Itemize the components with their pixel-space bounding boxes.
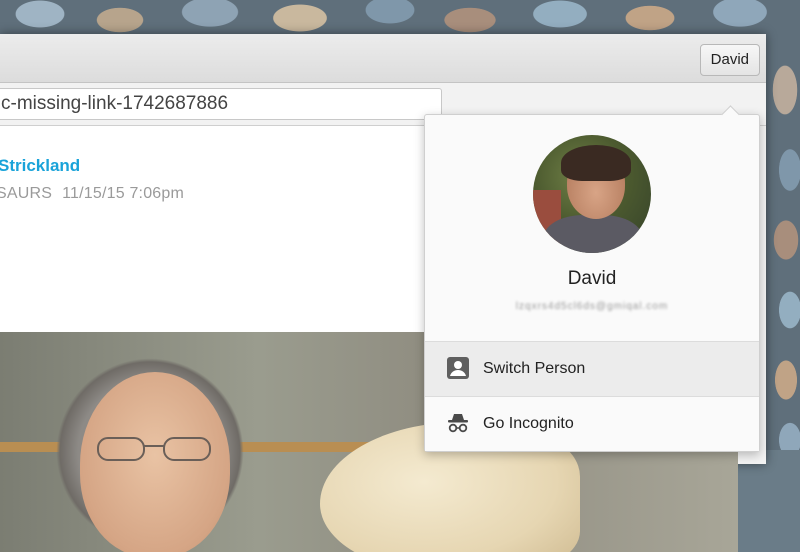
article-section[interactable]: SAURS <box>0 185 52 202</box>
switch-person-menu-item[interactable]: Switch Person <box>425 341 759 396</box>
switch-person-label: Switch Person <box>483 360 586 377</box>
go-incognito-menu-item[interactable]: Go Incognito <box>425 396 759 451</box>
browser-window: David c-missing-link-1742687886 Strickla… <box>0 34 766 552</box>
profile-menu: David lzqxrs4d5cl6ds@gmiqal.com Switch P… <box>424 114 760 452</box>
title-bar: David <box>0 34 766 83</box>
avatar <box>533 135 651 253</box>
address-bar[interactable]: c-missing-link-1742687886 <box>0 88 442 120</box>
profile-name: David <box>567 268 617 289</box>
avatar-hair <box>561 145 631 181</box>
person-icon <box>447 357 469 379</box>
profile-button[interactable]: David <box>699 44 760 76</box>
article-meta: SAURS 11/15/15 7:06pm <box>0 185 184 203</box>
photo-subject-glasses <box>97 437 211 461</box>
article-timestamp[interactable]: 11/15/15 7:06pm <box>62 185 184 202</box>
incognito-icon <box>448 414 468 433</box>
go-incognito-label: Go Incognito <box>483 415 574 432</box>
article-author-link[interactable]: Strickland <box>0 156 80 176</box>
avatar-body <box>543 215 643 253</box>
profile-email: lzqxrs4d5cl6ds@gmiqal.com <box>515 301 669 312</box>
